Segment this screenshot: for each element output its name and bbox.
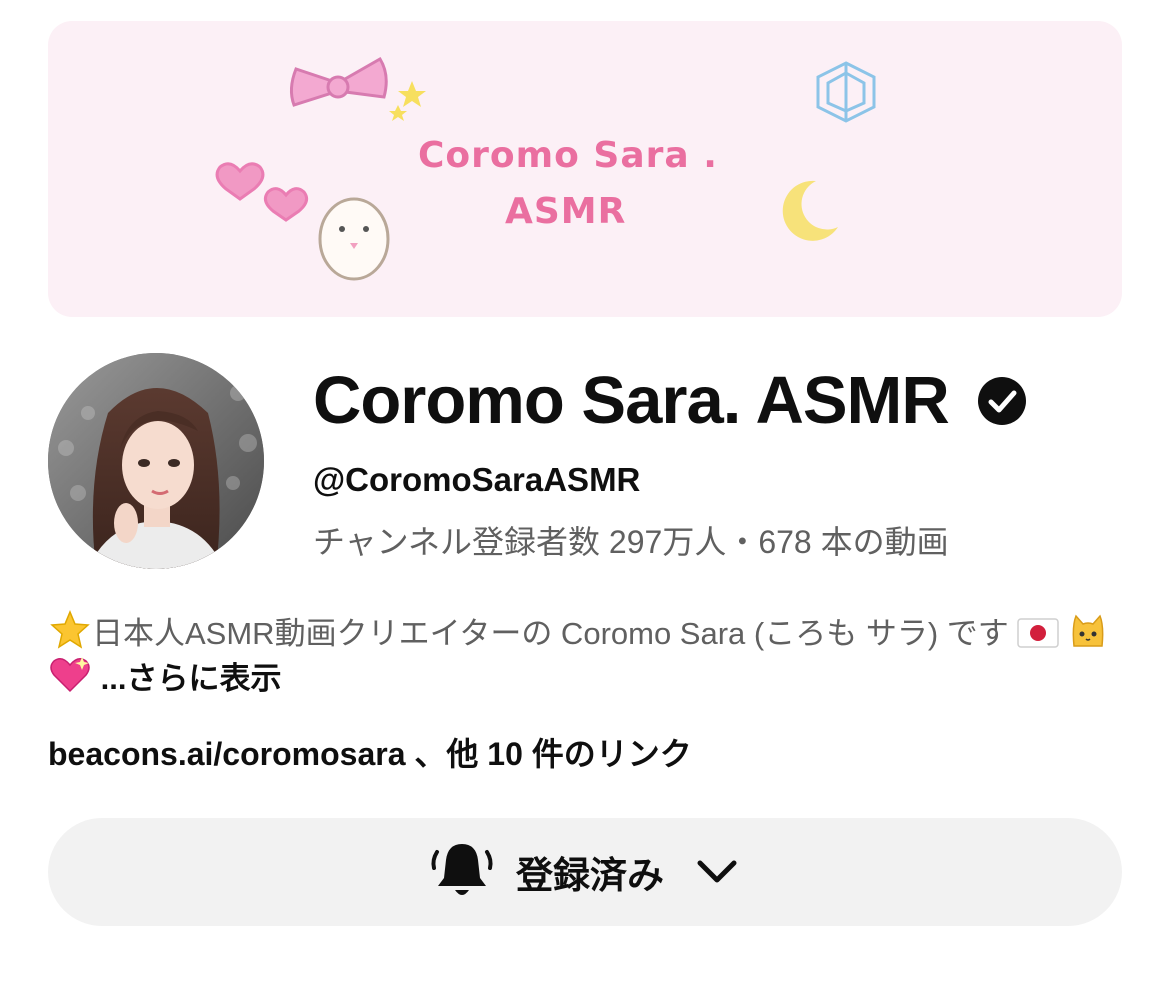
show-more-link[interactable]: ...さらに表示 [101, 661, 282, 696]
description-text: 日本人ASMR動画クリエイターの Coromo Sara (ころも サラ) です [92, 616, 1009, 651]
channel-banner: Coromo Sara . ASMR [48, 21, 1122, 317]
star-emoji-icon [50, 610, 90, 649]
channel-avatar[interactable] [48, 353, 264, 569]
banner-title-line2: ASMR [505, 191, 627, 232]
star-icon [389, 81, 426, 121]
channel-links[interactable]: beacons.ai/coromosara 、他 10 件のリンク [48, 733, 692, 775]
notification-bell-icon [431, 844, 493, 895]
channel-name: Coromo Sara. ASMR [313, 363, 950, 438]
channel-description[interactable]: 日本人ASMR動画クリエイターの Coromo Sara (ころも サラ) です… [48, 610, 1122, 700]
japan-flag-icon [1017, 618, 1060, 648]
cat-emoji-icon [1072, 614, 1104, 647]
moon-icon [782, 180, 838, 241]
chevron-down-icon[interactable] [692, 847, 742, 897]
bird-icon [318, 197, 390, 281]
channel-handle: @CoromoSaraASMR [313, 461, 641, 498]
subscribed-button[interactable]: 登録済み [48, 818, 1122, 926]
channel-stats: チャンネル登録者数 297万人・678 本の動画 [313, 524, 949, 560]
avatar-image [48, 353, 264, 569]
banner-title-line1: Coromo Sara . [418, 135, 718, 176]
sparkling-heart-icon [50, 657, 90, 693]
subscribed-label: 登録済み [516, 855, 664, 896]
heart-icon [215, 162, 309, 222]
channel-name-row: Coromo Sara. ASMR [313, 363, 1027, 439]
verified-check-icon [977, 377, 1026, 425]
ribbon-icon [289, 56, 388, 107]
diamond-icon [816, 61, 876, 123]
